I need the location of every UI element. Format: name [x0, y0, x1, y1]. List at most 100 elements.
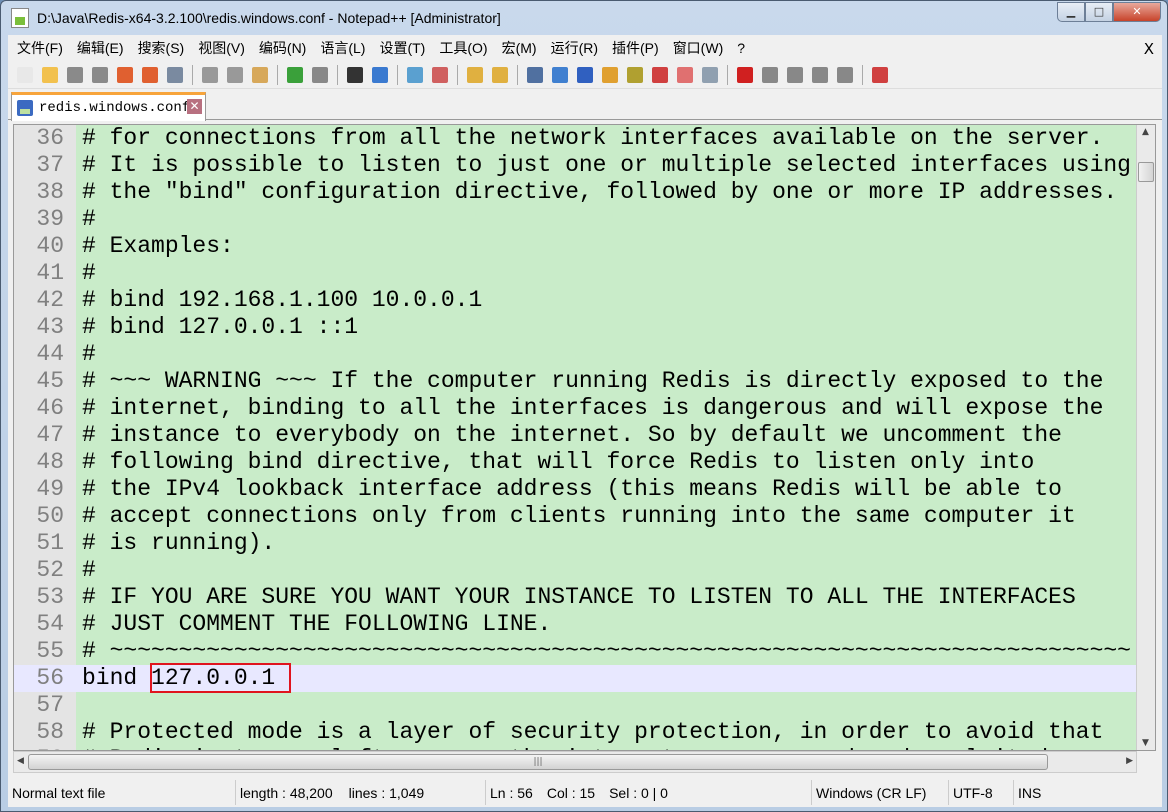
text-editor[interactable]: 36 # for connections from all the network… — [13, 124, 1156, 751]
sync-horizontal-button[interactable] — [489, 64, 511, 86]
line-number: 52 — [36, 557, 64, 583]
editor-line[interactable]: 36 # for connections from all the network… — [14, 125, 1136, 152]
editor-line[interactable]: 40 # Examples: — [14, 233, 1136, 260]
scroll-up-arrow-icon[interactable]: ▲ — [1142, 127, 1149, 137]
monitor-button[interactable] — [699, 64, 721, 86]
stop-record-icon — [762, 66, 778, 83]
line-text: # Examples: — [82, 233, 234, 259]
doc-map-button[interactable] — [624, 64, 646, 86]
line-number: 51 — [36, 530, 64, 556]
status-bar: Normal text file length : 48,200 lines : … — [8, 780, 1162, 805]
editor-line[interactable]: 44 # — [14, 341, 1136, 368]
undo-button[interactable] — [284, 64, 306, 86]
line-number: 39 — [36, 206, 64, 232]
horizontal-scroll-thumb[interactable]: ||| — [28, 754, 1048, 770]
editor-line[interactable]: 37 # It is possible to listen to just one… — [14, 152, 1136, 179]
menu-item[interactable]: 文件(F) — [10, 38, 70, 58]
menu-item[interactable]: 窗口(W) — [666, 38, 731, 58]
user-lang-button[interactable] — [599, 64, 621, 86]
print-button[interactable] — [164, 64, 186, 86]
redo-button[interactable] — [309, 64, 331, 86]
spell-check-button[interactable] — [869, 64, 891, 86]
close-button[interactable] — [114, 64, 136, 86]
editor-line[interactable]: 55 # ~~~~~~~~~~~~~~~~~~~~~~~~~~~~~~~~~~~~… — [14, 638, 1136, 665]
editor-line[interactable]: 49 # the IPv4 lookback interface address … — [14, 476, 1136, 503]
scroll-left-arrow-icon[interactable]: ◀ — [17, 756, 24, 766]
editor-line[interactable]: 45 # ~~~ WARNING ~~~ If the computer runn… — [14, 368, 1136, 395]
toolbar-separator — [862, 64, 863, 85]
editor-line[interactable]: 48 # following bind directive, that will … — [14, 449, 1136, 476]
zoom-out-button[interactable] — [429, 64, 451, 86]
find-button[interactable] — [344, 64, 366, 86]
scroll-down-arrow-icon[interactable]: ▼ — [1142, 738, 1149, 748]
editor-line[interactable]: 38 # the "bind" configuration directive, … — [14, 179, 1136, 206]
menu-item[interactable]: 编码(N) — [252, 38, 313, 58]
close-all-button[interactable] — [139, 64, 161, 86]
editor-line[interactable]: 47 # instance to everybody on the interne… — [14, 422, 1136, 449]
scroll-right-arrow-icon[interactable]: ▶ — [1126, 756, 1133, 766]
zoom-in-button[interactable] — [404, 64, 426, 86]
editor-line[interactable]: 41 # — [14, 260, 1136, 287]
editor-line[interactable]: 57 — [14, 692, 1136, 719]
close-document-button[interactable]: X — [1144, 40, 1154, 58]
vertical-scrollbar[interactable]: ▲ ▼ — [1136, 125, 1155, 750]
cut-button[interactable] — [199, 64, 221, 86]
menu-item[interactable]: 设置(T) — [372, 38, 432, 58]
menu-item[interactable]: 视图(V) — [191, 38, 252, 58]
status-lines: lines : 1,049 — [348, 784, 425, 801]
horizontal-scrollbar[interactable]: ◀ ||| ▶ — [13, 751, 1137, 773]
menu-item[interactable]: 工具(O) — [432, 38, 494, 58]
print-icon — [167, 66, 183, 83]
sync-vertical-icon — [467, 66, 483, 83]
menu-item[interactable]: 编辑(E) — [70, 38, 131, 58]
open-file-button[interactable] — [39, 64, 61, 86]
save-all-button[interactable] — [89, 64, 111, 86]
editor-line[interactable]: 53 # IF YOU ARE SURE YOU WANT YOUR INSTAN… — [14, 584, 1136, 611]
line-number: 53 — [36, 584, 64, 610]
new-file-button[interactable] — [14, 64, 36, 86]
maximize-button[interactable]: □ — [1085, 2, 1113, 22]
status-length: length : 48,200 — [240, 784, 333, 801]
editor-line[interactable]: 46 # internet, binding to all the interfa… — [14, 395, 1136, 422]
paste-button[interactable] — [249, 64, 271, 86]
show-all-chars-button[interactable] — [549, 64, 571, 86]
menu-item[interactable]: 运行(R) — [544, 38, 605, 58]
editor-line[interactable]: 58 # Protected mode is a layer of securit… — [14, 719, 1136, 746]
menu-item[interactable]: 宏(M) — [495, 38, 544, 58]
editor-line[interactable]: 42 # bind 192.168.1.100 10.0.0.1 — [14, 287, 1136, 314]
function-list-button[interactable] — [649, 64, 671, 86]
line-number: 49 — [36, 476, 64, 502]
vertical-scroll-thumb[interactable] — [1138, 162, 1154, 182]
saved-file-icon — [17, 100, 33, 116]
menu-item[interactable]: 插件(P) — [605, 38, 666, 58]
editor-line[interactable]: 52 # — [14, 557, 1136, 584]
record-macro-button[interactable] — [734, 64, 756, 86]
editor-line[interactable]: 50 # accept connections only from clients… — [14, 503, 1136, 530]
playback-button[interactable] — [784, 64, 806, 86]
sync-vertical-button[interactable] — [464, 64, 486, 86]
line-number: 45 — [36, 368, 64, 394]
run-multiple-button[interactable] — [809, 64, 831, 86]
copy-button[interactable] — [224, 64, 246, 86]
editor-line[interactable]: 54 # JUST COMMENT THE FOLLOWING LINE. — [14, 611, 1136, 638]
editor-line[interactable]: 43 # bind 127.0.0.1 ::1 — [14, 314, 1136, 341]
minimize-button[interactable]: ▁ — [1057, 2, 1085, 22]
indent-guide-button[interactable] — [574, 64, 596, 86]
menu-item[interactable]: ? — [730, 40, 752, 56]
close-window-button[interactable]: ✕ — [1113, 2, 1161, 22]
line-text: # bind 127.0.0.1 ::1 — [82, 314, 359, 340]
stop-record-button[interactable] — [759, 64, 781, 86]
sync-horizontal-icon — [492, 66, 508, 83]
word-wrap-button[interactable] — [524, 64, 546, 86]
highlight-box-127-0-0-1 — [150, 663, 291, 693]
save-button[interactable] — [64, 64, 86, 86]
tab-close-button[interactable]: ✕ — [187, 99, 202, 114]
replace-button[interactable] — [369, 64, 391, 86]
menu-item[interactable]: 搜索(S) — [131, 38, 192, 58]
menu-item[interactable]: 语言(L) — [313, 38, 372, 58]
editor-line[interactable]: 51 # is running). — [14, 530, 1136, 557]
editor-line[interactable]: 39 # — [14, 206, 1136, 233]
tab-redis-windows-conf[interactable]: redis.windows.conf ✕ — [11, 92, 206, 121]
folder-workspace-button[interactable] — [674, 64, 696, 86]
save-macro-button[interactable] — [834, 64, 856, 86]
